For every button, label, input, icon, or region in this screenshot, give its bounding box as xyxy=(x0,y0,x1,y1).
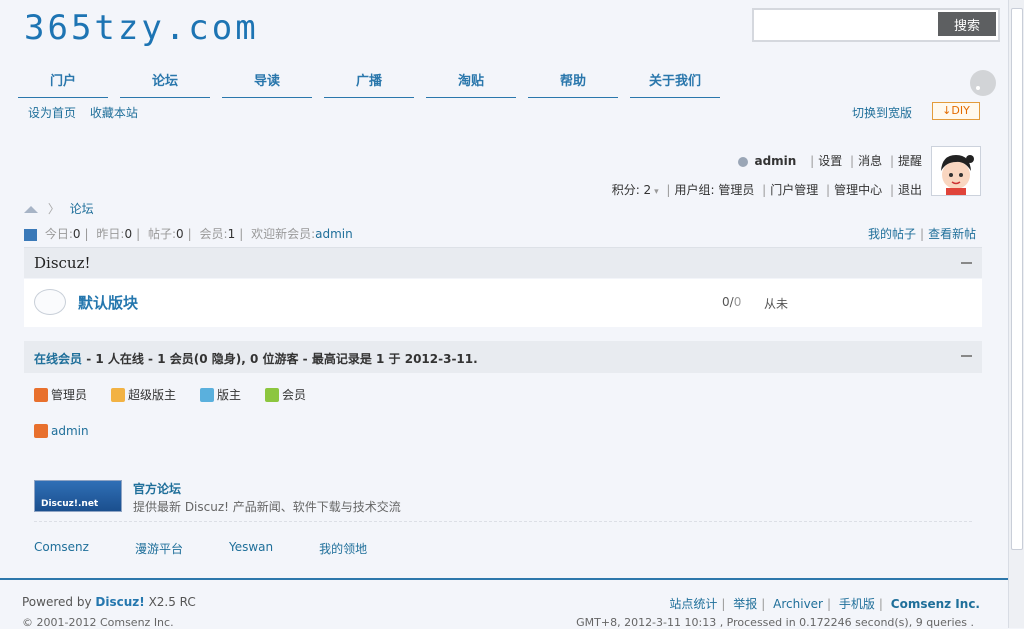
main-nav: 门户 论坛 导读 广播 淘贴 帮助 关于我们 xyxy=(18,64,732,98)
footer-links: 站点统计 | 举报 | Archiver | 手机版 | Comsenz Inc. xyxy=(669,597,980,611)
search-button[interactable]: 搜索 xyxy=(938,12,996,36)
online-members-link[interactable]: 在线会员 xyxy=(34,352,82,366)
rss-icon[interactable] xyxy=(970,70,996,96)
link-yeswan[interactable]: Yeswan xyxy=(229,540,273,557)
legend-member: 会员 xyxy=(265,386,306,403)
breadcrumb-forum[interactable]: 论坛 xyxy=(70,202,94,216)
forum-bubble-icon xyxy=(34,289,66,315)
divider xyxy=(34,521,972,522)
set-homepage-link[interactable]: 设为首页 xyxy=(28,106,76,120)
nav-taotie[interactable]: 淘贴 xyxy=(426,64,516,98)
scrollbar-thumb[interactable] xyxy=(1011,8,1023,550)
legend-mod: 版主 xyxy=(200,386,241,403)
user-menu-row1: admin | 设置 | 消息 | 提醒 xyxy=(737,152,922,169)
bookmark-link[interactable]: 收藏本站 xyxy=(90,106,138,120)
username-link[interactable]: admin xyxy=(754,154,796,168)
my-posts-link[interactable]: 我的帖子 xyxy=(868,227,916,241)
user-icon xyxy=(737,156,748,167)
notifications-link[interactable]: 提醒 xyxy=(898,154,922,168)
messages-link[interactable]: 消息 xyxy=(858,154,882,168)
legend-admin: 管理员 xyxy=(34,386,87,403)
legend-super-mod: 超级版主 xyxy=(111,386,176,403)
stats-chart-icon xyxy=(24,228,37,241)
footer-comsenz-link[interactable]: Comsenz Inc. xyxy=(891,597,980,611)
nav-broadcast[interactable]: 广播 xyxy=(324,64,414,98)
nav-about[interactable]: 关于我们 xyxy=(630,64,720,98)
footer-divider xyxy=(0,578,1008,580)
page-processing-info: GMT+8, 2012-3-11 10:13 , Processed in 0.… xyxy=(576,616,974,629)
points-dropdown[interactable]: 积分: 2 xyxy=(612,183,652,197)
home-icon[interactable] xyxy=(24,206,38,213)
powered-by: Powered by Discuz! X2.5 RC xyxy=(22,595,196,609)
online-user-link[interactable]: admin xyxy=(51,424,89,438)
new-posts-link[interactable]: 查看新帖 xyxy=(928,227,976,241)
welcome-user-link[interactable]: admin xyxy=(315,227,353,241)
admin-user-icon xyxy=(34,424,48,438)
nav-help[interactable]: 帮助 xyxy=(528,64,618,98)
category-header: Discuz! xyxy=(24,247,982,278)
link-comsenz[interactable]: Comsenz xyxy=(34,540,89,557)
forum-last-post: 从未 xyxy=(764,297,789,311)
diy-button[interactable]: ↓DIY xyxy=(932,102,980,120)
user-menu-row2: 积分: 2 ▾ | 用户组: 管理员 | 门户管理 | 管理中心 | 退出 xyxy=(611,183,922,197)
my-topics: 我的帖子 | 查看新帖 xyxy=(868,227,977,241)
copyright: © 2001-2012 Comsenz Inc. xyxy=(22,616,174,629)
settings-link[interactable]: 设置 xyxy=(818,154,842,168)
search-box: 搜索 xyxy=(752,8,1000,42)
collapse-icon[interactable] xyxy=(961,355,972,357)
online-summary: 在线会员 - 1 人在线 - 1 会员(0 隐身), 0 位游客 - 最高记录是… xyxy=(34,352,478,366)
nav-portal[interactable]: 门户 xyxy=(18,64,108,98)
official-forum-link[interactable]: 官方论坛 xyxy=(133,480,181,497)
search-input[interactable] xyxy=(756,12,936,36)
forum-count: 0/0 xyxy=(722,295,742,309)
super-moderator-icon xyxy=(111,387,126,402)
friend-links: Comsenz 漫游平台 Yeswan 我的领地 xyxy=(34,540,413,557)
online-user: admin xyxy=(34,424,89,438)
footer-archiver-link[interactable]: Archiver xyxy=(773,597,823,611)
vertical-scrollbar[interactable] xyxy=(1008,0,1024,628)
avatar[interactable] xyxy=(931,146,981,196)
forum-stats: 今日:0 | 昨日:0 | 帖子:0 | 会员:1 | 欢迎新会员:admin xyxy=(24,225,353,242)
footer-mobile-link[interactable]: 手机版 xyxy=(839,597,875,611)
portal-manage-link[interactable]: 门户管理 xyxy=(770,183,818,197)
usergroup-link[interactable]: 用户组: 管理员 xyxy=(674,183,754,197)
discuz-link[interactable]: Discuz! xyxy=(95,595,144,609)
link-my-domain[interactable]: 我的领地 xyxy=(319,540,367,557)
usergroup-legend: 管理员 超级版主 版主 会员 xyxy=(34,386,330,403)
admin-user-icon xyxy=(34,387,48,402)
online-header: 在线会员 - 1 人在线 - 1 会员(0 隐身), 0 位游客 - 最高记录是… xyxy=(24,341,982,373)
category-title[interactable]: Discuz! xyxy=(34,254,91,272)
official-forum-desc: 提供最新 Discuz! 产品新闻、软件下载与技术交流 xyxy=(133,500,401,514)
quick-links: 设为首页 收藏本站 xyxy=(28,104,148,121)
moderator-icon xyxy=(200,387,215,402)
footer-report-link[interactable]: 举报 xyxy=(733,597,757,611)
logout-link[interactable]: 退出 xyxy=(898,183,922,197)
forum-name-link[interactable]: 默认版块 xyxy=(78,292,138,313)
official-forum-banner[interactable]: Discuz!.net xyxy=(34,480,122,512)
chevron-down-icon: ▾ xyxy=(651,187,659,197)
admin-center-link[interactable]: 管理中心 xyxy=(834,183,882,197)
breadcrumb: 〉 论坛 xyxy=(24,200,94,217)
footer-stats-link[interactable]: 站点统计 xyxy=(669,597,717,611)
nav-forum[interactable]: 论坛 xyxy=(120,64,210,98)
collapse-icon[interactable] xyxy=(961,262,972,264)
site-logo[interactable]: 365tzy.com xyxy=(24,8,259,48)
switch-wide-link[interactable]: 切换到宽版 xyxy=(852,104,912,121)
nav-guide[interactable]: 导读 xyxy=(222,64,312,98)
member-icon xyxy=(265,387,280,402)
forum-row: 默认版块 0/0 从未 xyxy=(24,279,982,327)
link-manyou[interactable]: 漫游平台 xyxy=(135,540,183,557)
